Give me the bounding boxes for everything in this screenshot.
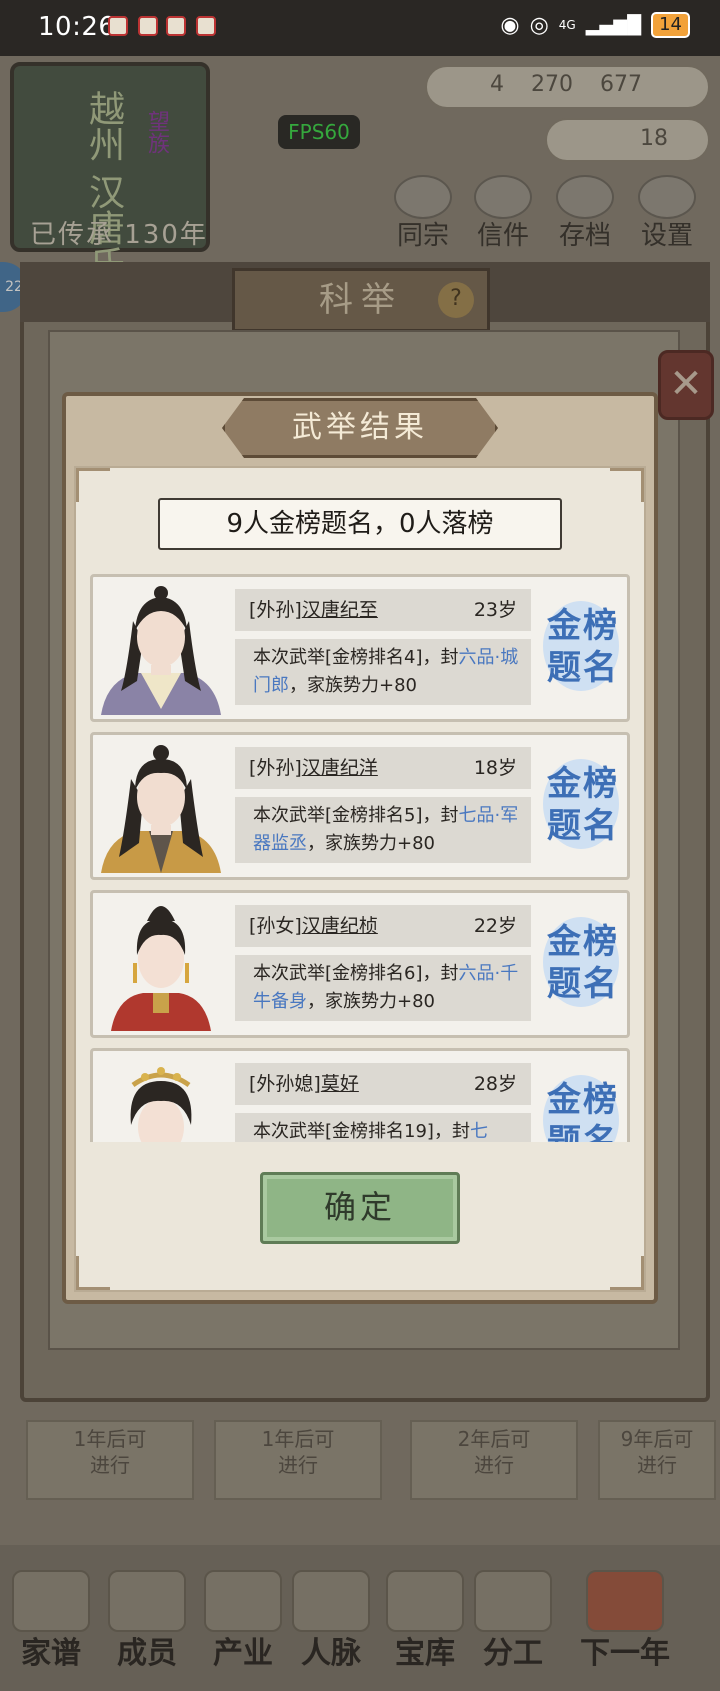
signal-icon: ▂▄▆█: [585, 14, 642, 36]
result-list[interactable]: [外孙]汉唐纪至 23岁 本次武举[金榜排名4]，封六品·城门郎，家族势力+80…: [90, 572, 630, 1142]
member-name-row: [孙女]汉唐纪桢 22岁: [235, 905, 531, 947]
corner-ornament: [610, 1256, 644, 1290]
notification-icon: [196, 16, 216, 36]
confirm-button[interactable]: 确定: [260, 1172, 460, 1244]
member-relation: [外孙]: [249, 599, 302, 621]
avatar: [97, 897, 225, 1031]
result-description: 本次武举[金榜排名5]，封七品·军器监丞，家族势力+80: [235, 797, 531, 863]
status-bar: 10:26 ◉ ◎ 4G ▂▄▆█ 14: [0, 0, 720, 56]
member-name-link[interactable]: 汉唐纪洋: [302, 757, 378, 779]
notification-icon: [138, 16, 158, 36]
result-card: [孙女]汉唐纪桢 22岁 本次武举[金榜排名6]，封六品·千牛备身，家族势力+8…: [90, 890, 630, 1038]
result-card: [外孙]汉唐纪至 23岁 本次武举[金榜排名4]，封六品·城门郎，家族势力+80…: [90, 574, 630, 722]
member-relation: [外孙媳]: [249, 1073, 321, 1095]
clock: 10:26: [38, 12, 116, 42]
result-card: [外孙媳]莫好 28岁 本次武举[金榜排名19]，封七 金榜题名: [90, 1048, 630, 1142]
network-label: 4G: [558, 18, 576, 32]
member-name-row: [外孙]汉唐纪至 23岁: [235, 589, 531, 631]
jinbang-stamp: 金榜题名: [537, 907, 627, 1017]
result-description: 本次武举[金榜排名6]，封六品·千牛备身，家族势力+80: [235, 955, 531, 1021]
member-relation: [孙女]: [249, 915, 302, 937]
result-description: 本次武举[金榜排名19]，封七: [235, 1113, 531, 1142]
result-card: [外孙]汉唐纪洋 18岁 本次武举[金榜排名5]，封七品·军器监丞，家族势力+8…: [90, 732, 630, 880]
member-age: 18岁: [473, 757, 517, 779]
member-relation: [外孙]: [249, 757, 302, 779]
eye-icon: ◉: [500, 12, 520, 38]
member-age: 28岁: [473, 1073, 517, 1095]
official-rank: 七: [469, 1121, 488, 1142]
modal-title: 武举结果: [222, 398, 498, 458]
hotspot-icon: ◎: [529, 12, 549, 38]
status-icons: ◉ ◎ 4G ▂▄▆█ 14: [500, 12, 690, 38]
member-name-link[interactable]: 莫好: [321, 1073, 359, 1095]
member-name-row: [外孙媳]莫好 28岁: [235, 1063, 531, 1105]
jinbang-stamp: 金榜题名: [537, 1065, 627, 1142]
member-name-row: [外孙]汉唐纪洋 18岁: [235, 747, 531, 789]
member-age: 22岁: [473, 915, 517, 937]
notification-icon: [166, 16, 186, 36]
avatar: [97, 1055, 225, 1142]
member-name-link[interactable]: 汉唐纪桢: [302, 915, 378, 937]
avatar: [97, 739, 225, 873]
corner-ornament: [76, 1256, 110, 1290]
member-name-link[interactable]: 汉唐纪至: [302, 599, 378, 621]
corner-ornament: [76, 468, 110, 502]
jinbang-stamp: 金榜题名: [537, 591, 627, 701]
battery-icon: 14: [651, 12, 690, 38]
result-description: 本次武举[金榜排名4]，封六品·城门郎，家族势力+80: [235, 639, 531, 705]
notification-icon: [108, 16, 128, 36]
result-summary: 9人金榜题名，0人落榜: [158, 498, 562, 550]
member-age: 23岁: [473, 599, 517, 621]
corner-ornament: [610, 468, 644, 502]
avatar: [97, 581, 225, 715]
jinbang-stamp: 金榜题名: [537, 749, 627, 859]
